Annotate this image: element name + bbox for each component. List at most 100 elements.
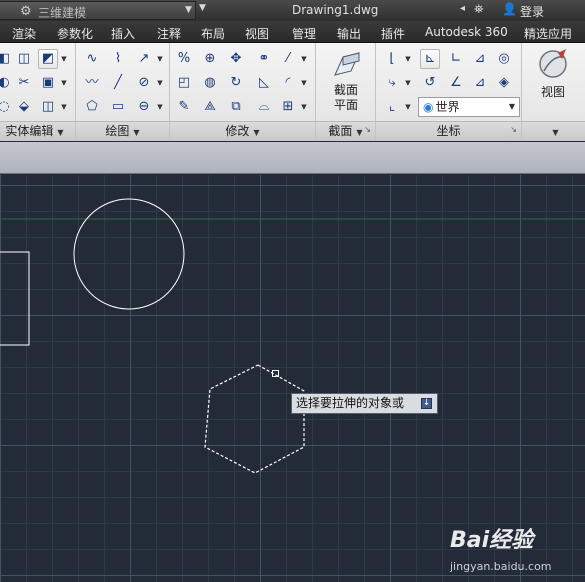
- ucs-z-icon[interactable]: ⊿: [470, 73, 490, 93]
- shell-icon[interactable]: ⬙: [14, 97, 34, 117]
- dropdown-arrow-icon[interactable]: ▼: [156, 73, 164, 93]
- panel-title-draw[interactable]: 绘图 ▼: [76, 121, 169, 141]
- 3d-rotate-icon[interactable]: ◍: [200, 73, 220, 93]
- fillet-icon[interactable]: ◜: [278, 73, 298, 93]
- tab-annotate[interactable]: 注释: [157, 25, 181, 42]
- move-icon[interactable]: ✥: [226, 49, 246, 69]
- tab-plugins[interactable]: 插件: [381, 25, 405, 42]
- explode-icon[interactable]: ⁄: [278, 49, 298, 69]
- 3d-move-icon[interactable]: ⊕: [200, 49, 220, 69]
- panel-title-modify[interactable]: 修改 ▼: [170, 121, 315, 141]
- quick-access-dropdown-icon[interactable]: ▼: [199, 3, 206, 13]
- ribbon: ◧ ◫ ◩ ▼ ◐ ✂ ▣ ▼ ◌ ⬙ ◫ ▼ 实体编辑 ▼ ∿ ⌇ ↗ ▼ 〰 …: [0, 43, 585, 141]
- tab-output[interactable]: 输出: [337, 25, 361, 42]
- ucs-3point-icon[interactable]: ∠: [446, 73, 466, 93]
- dropdown-arrow-icon[interactable]: ▼: [404, 49, 412, 69]
- command-tooltip: 选择要拉伸的对象或 ↓: [291, 393, 438, 414]
- dropdown-arrow-icon[interactable]: ▼: [300, 49, 308, 69]
- trim-icon[interactable]: %: [174, 49, 194, 69]
- chevron-down-icon: ▼: [185, 5, 192, 15]
- tab-autodesk-360[interactable]: Autodesk 360: [425, 25, 508, 39]
- ucs-previous-icon[interactable]: ∟: [446, 49, 466, 69]
- tab-view[interactable]: 视图: [245, 25, 269, 42]
- dropdown-arrow-icon[interactable]: ▼: [60, 97, 68, 117]
- align-icon[interactable]: ◰: [174, 73, 194, 93]
- ucs-rotate-icon[interactable]: ↺: [420, 73, 440, 93]
- ucs-origin-icon[interactable]: ⊿: [470, 49, 490, 69]
- arc-icon[interactable]: ↗: [134, 49, 154, 69]
- dropdown-arrow-icon[interactable]: ▼: [300, 97, 308, 117]
- spline-icon[interactable]: ∿: [82, 49, 102, 69]
- tab-parametric[interactable]: 参数化: [57, 25, 93, 42]
- dropdown-arrow-icon[interactable]: ▼: [156, 97, 164, 117]
- tab-render[interactable]: 渲染: [12, 25, 36, 42]
- dropdown-arrow-icon[interactable]: ▼: [60, 49, 68, 69]
- circle-icon[interactable]: ⊘: [134, 73, 154, 93]
- ribbon-tabs: 渲染 参数化 插入 注释 布局 视图 管理 输出 插件 Autodesk 360…: [0, 21, 585, 43]
- tab-layout[interactable]: 布局: [201, 25, 225, 42]
- rectangle-icon[interactable]: ▭: [108, 97, 128, 117]
- tab-manage[interactable]: 管理: [292, 25, 316, 42]
- extrude-faces-icon[interactable]: ◧: [0, 49, 14, 69]
- rotate-icon[interactable]: ↻: [226, 73, 246, 93]
- box-icon[interactable]: ◫: [14, 49, 34, 69]
- panel-coordinates: ⌊ ▼ ⊾ ∟ ⊿ ◎ ⤷ ▼ ↺ ∠ ⊿ ◈ ⌞ ▼ 坐标 ↘: [376, 43, 522, 141]
- circle-shape[interactable]: [73, 198, 185, 310]
- ucs-world-icon[interactable]: ⊾: [420, 49, 440, 69]
- ucs-icon[interactable]: ⌊: [382, 49, 402, 69]
- ucs-view-icon[interactable]: ◈: [494, 73, 514, 93]
- erase-icon[interactable]: ✎: [174, 97, 194, 117]
- hexagon-shape-selected[interactable]: [204, 364, 305, 474]
- ucs-named-icon[interactable]: ⌞: [382, 97, 402, 117]
- panel-title-solid-edit[interactable]: 实体编辑 ▼: [0, 121, 75, 141]
- copy-icon[interactable]: ⧉: [226, 97, 246, 117]
- login-link[interactable]: 登录: [520, 3, 544, 20]
- dropdown-arrow-icon[interactable]: ▼: [300, 73, 308, 93]
- polyline-icon[interactable]: 〰: [82, 73, 102, 93]
- ucs-object-icon[interactable]: ◎: [494, 49, 514, 69]
- user-icon[interactable]: 👤: [502, 2, 517, 16]
- down-arrow-icon[interactable]: ↓: [421, 398, 432, 409]
- panel-view: 视图 ▼: [522, 43, 585, 141]
- check-icon[interactable]: ◌: [0, 97, 14, 117]
- slice-icon[interactable]: ✂: [14, 73, 34, 93]
- scale-icon[interactable]: ⚭: [254, 49, 274, 69]
- rectangle-shape[interactable]: [0, 251, 30, 346]
- panel-launcher-icon[interactable]: ↘: [510, 121, 517, 139]
- view-button[interactable]: 视图: [530, 47, 576, 100]
- tab-featured-apps[interactable]: 精选应用: [524, 25, 572, 42]
- line-icon[interactable]: ╱: [108, 73, 128, 93]
- panel-title-section[interactable]: 截面 ▼ ↘: [316, 121, 375, 141]
- separate-icon[interactable]: ◐: [0, 73, 14, 93]
- dropdown-arrow-icon[interactable]: ▼: [156, 49, 164, 69]
- panel-title-coordinates[interactable]: 坐标 ↘: [376, 121, 521, 141]
- ellipse-icon[interactable]: ⊖: [134, 97, 154, 117]
- ucs-select[interactable]: ◉ 世界 ▼: [418, 97, 520, 117]
- offset-icon[interactable]: ⌓: [254, 97, 274, 117]
- tab-insert[interactable]: 插入: [111, 25, 135, 42]
- watermark: Bai经验 jingyan.baidu.com: [450, 522, 552, 573]
- ucs-x-icon[interactable]: ⤷: [382, 73, 402, 93]
- helix-icon[interactable]: ⌇: [108, 49, 128, 69]
- search-expand-icon[interactable]: ◂: [460, 3, 465, 14]
- workspace-select[interactable]: ⚙ 三维建模 ▼: [0, 1, 196, 20]
- clean-icon[interactable]: ◫: [38, 97, 58, 117]
- dropdown-arrow-icon[interactable]: ▼: [60, 73, 68, 93]
- solid-cube-icon[interactable]: ◩: [38, 49, 58, 69]
- dropdown-arrow-icon[interactable]: ▼: [404, 97, 412, 117]
- view-sphere-icon: [539, 49, 567, 78]
- globe-icon: ◉: [423, 100, 434, 114]
- panel-launcher-icon[interactable]: ↘: [364, 121, 371, 139]
- array-icon[interactable]: ⊞: [278, 97, 298, 117]
- imprint-icon[interactable]: ▣: [38, 73, 58, 93]
- crosshair-pickbox: [272, 370, 279, 377]
- stretch-icon[interactable]: ◺: [254, 73, 274, 93]
- panel-title-view[interactable]: ▼: [522, 121, 585, 141]
- drawing-canvas[interactable]: [0, 175, 585, 582]
- binoculars-icon[interactable]: ⛯: [474, 2, 484, 17]
- polygon-icon[interactable]: ⬠: [82, 97, 102, 117]
- 3d-array-icon[interactable]: ⟁: [200, 97, 220, 117]
- section-plane-button[interactable]: 截面 平面: [324, 47, 368, 113]
- dropdown-arrow-icon[interactable]: ▼: [404, 73, 412, 93]
- watermark-url: jingyan.baidu.com: [450, 560, 552, 573]
